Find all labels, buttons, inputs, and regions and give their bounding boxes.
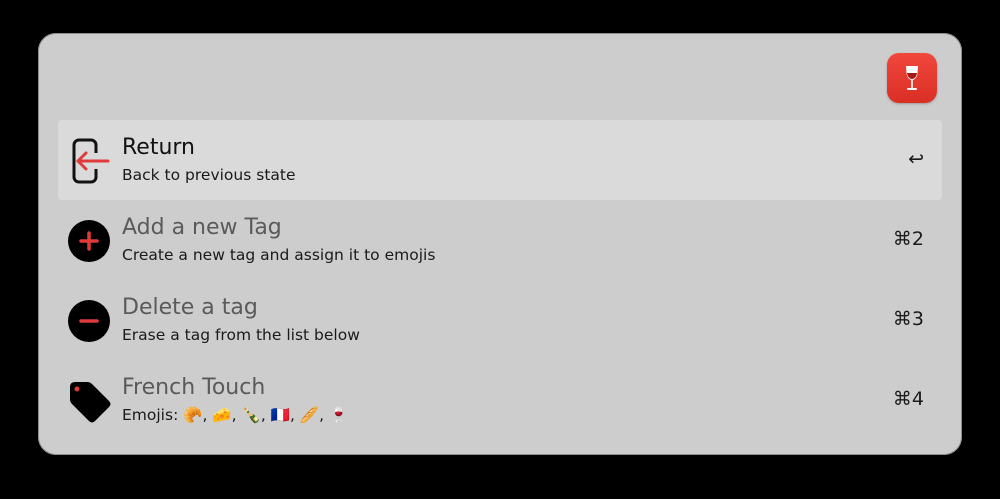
command-palette-window: Return Back to previous state ↩ Add a ne… (38, 33, 962, 455)
return-arrow-icon (66, 138, 112, 184)
item-subtitle: Emojis: 🥐, 🧀, 🍾, 🇫🇷, 🥖, 🍷 (122, 406, 349, 424)
plus-circle-icon (66, 218, 112, 264)
wine-glass-icon (887, 53, 937, 103)
command-4-shortcut: ⌘4 (892, 388, 924, 410)
minus-circle-icon (66, 298, 112, 344)
enter-shortcut: ↩ (908, 148, 924, 170)
item-title: Delete a tag (122, 295, 258, 320)
item-subtitle: Back to previous state (122, 166, 296, 184)
item-title: Return (122, 135, 196, 160)
command-3-shortcut: ⌘3 (892, 308, 924, 330)
list-item-delete-tag[interactable]: Delete a tag Erase a tag from the list b… (58, 280, 942, 360)
command-2-shortcut: ⌘2 (892, 228, 924, 250)
item-subtitle: Erase a tag from the list below (122, 326, 360, 344)
list-item-add-tag[interactable]: Add a new Tag Create a new tag and assig… (58, 200, 942, 280)
item-title: French Touch (122, 375, 266, 400)
tag-icon (66, 378, 112, 424)
list-item-french-touch[interactable]: French Touch Emojis: 🥐, 🧀, 🍾, 🇫🇷, 🥖, 🍷 ⌘… (58, 360, 942, 440)
item-subtitle: Create a new tag and assign it to emojis (122, 246, 436, 264)
list-item-return[interactable]: Return Back to previous state ↩ (58, 120, 942, 200)
item-title: Add a new Tag (122, 215, 282, 240)
